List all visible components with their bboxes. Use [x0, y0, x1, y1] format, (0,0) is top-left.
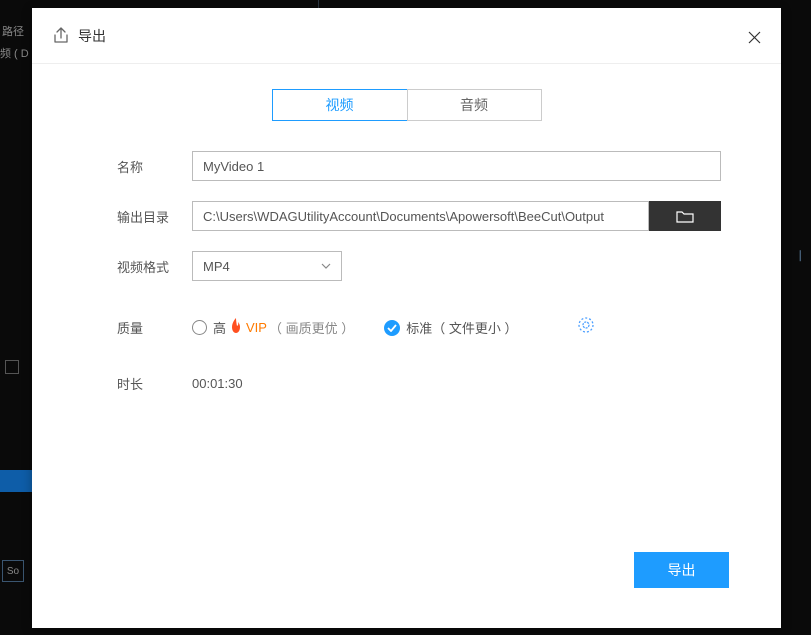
quality-high-note: （ 画质更优 ） [269, 318, 354, 337]
timeline-so: So [2, 560, 24, 582]
outdir-row: 输出目录 C:\Users\WDAGUtilityAccount\Documen… [117, 201, 721, 231]
folder-icon [675, 209, 695, 224]
export-icon [52, 27, 70, 45]
bg-text: 频 ( D [0, 45, 29, 61]
duration-label: 时长 [117, 374, 192, 393]
timeline-row [5, 360, 30, 378]
format-value: MP4 [203, 259, 230, 274]
name-row: 名称 [117, 151, 721, 181]
close-button[interactable] [743, 26, 765, 48]
close-icon [747, 30, 762, 45]
radio-checked-icon [384, 320, 400, 336]
gear-icon [577, 316, 595, 334]
quality-row: 质量 高 VIP （ 画质更优 ） 标准（ 文件更小 ） [117, 316, 721, 339]
timeline-panel: So [0, 345, 30, 635]
outdir-label: 输出目录 [117, 207, 192, 226]
tab-video[interactable]: 视频 [272, 89, 407, 121]
export-dialog: 导出 视频 音频 名称 输出目录 C:\Users\WDAGUtilityAcc… [32, 8, 781, 628]
dialog-title: 导出 [78, 26, 106, 46]
fire-icon [228, 317, 244, 338]
tab-group: 视频 音频 [32, 64, 781, 151]
format-label: 视频格式 [117, 257, 192, 276]
bg-mark: ⎸ [800, 250, 811, 263]
duration-value: 00:01:30 [192, 376, 243, 391]
outdir-wrap: C:\Users\WDAGUtilityAccount\Documents\Ap… [192, 201, 721, 231]
quality-high-radio[interactable]: 高 VIP （ 画质更优 ） [192, 317, 354, 338]
vip-badge: VIP [246, 320, 267, 335]
radio-unchecked-icon [192, 320, 207, 335]
quality-standard-text: 标准（ 文件更小 ） [406, 318, 517, 337]
export-button[interactable]: 导出 [634, 552, 729, 588]
name-label: 名称 [117, 157, 192, 176]
quality-radio-group: 高 VIP （ 画质更优 ） 标准（ 文件更小 ） [192, 316, 595, 339]
settings-button[interactable] [577, 316, 595, 339]
bg-text: 路径 [2, 23, 24, 39]
tab-audio[interactable]: 音频 [407, 89, 542, 121]
browse-button[interactable] [649, 201, 721, 231]
quality-label: 质量 [117, 318, 192, 337]
timeline-clip [0, 470, 32, 492]
dialog-header: 导出 [32, 8, 781, 63]
format-select[interactable]: MP4 [192, 251, 342, 281]
outdir-display: C:\Users\WDAGUtilityAccount\Documents\Ap… [192, 201, 649, 231]
chevron-down-icon [321, 263, 331, 269]
quality-high-text: 高 [213, 318, 226, 337]
format-row: 视频格式 MP4 [117, 251, 721, 281]
form: 名称 输出目录 C:\Users\WDAGUtilityAccount\Docu… [32, 151, 781, 393]
quality-standard-radio[interactable]: 标准（ 文件更小 ） [384, 318, 517, 337]
name-input[interactable] [192, 151, 721, 181]
duration-row: 时长 00:01:30 [117, 374, 721, 393]
